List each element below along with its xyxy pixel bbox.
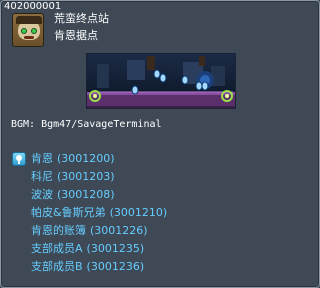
- npc-row: 肯恩 (3001200): [11, 151, 311, 169]
- npc-row: 帕皮&鲁斯兄弟 (3001210): [11, 205, 311, 223]
- npc-name: 帕皮&鲁斯兄弟: [31, 206, 106, 219]
- minimap: [86, 53, 236, 109]
- npc-name: 支部成员A: [31, 242, 83, 255]
- map-name: 肯恩据点: [54, 29, 98, 42]
- npc-row: 支部成员B (3001236): [11, 259, 311, 277]
- npc-id: (3001210): [109, 206, 168, 219]
- region-name: 荒蛮终点站: [54, 12, 109, 25]
- npc-row: 支部成员A (3001235): [11, 241, 311, 259]
- bgm-label: BGM: Bgm47/SavageTerminal: [11, 119, 162, 130]
- map-id: 402000001: [4, 1, 62, 12]
- npc-id: (3001208): [57, 188, 115, 201]
- npc-name: 肯恩的账簿: [31, 224, 86, 237]
- npc-name: 科尼: [31, 170, 53, 183]
- npc-list: 肯恩 (3001200) 科尼 (3001203) 波波 (3001208) 帕皮&鲁…: [11, 151, 311, 277]
- npc-id: (3001226): [90, 224, 148, 237]
- npc-quest-icon: [12, 152, 26, 166]
- npc-id: (3001200): [57, 152, 115, 165]
- station-mascot-icon: [12, 13, 44, 47]
- npc-row: 肯恩的账簿 (3001226): [11, 223, 311, 241]
- npc-id: (3001236): [86, 260, 145, 273]
- npc-row: 波波 (3001208): [11, 187, 311, 205]
- npc-name: 波波: [31, 188, 53, 201]
- npc-name: 肯恩: [31, 152, 53, 165]
- npc-id: (3001235): [86, 242, 145, 255]
- npc-id: (3001203): [57, 170, 115, 183]
- npc-name: 支部成员B: [31, 260, 83, 273]
- npc-row: 科尼 (3001203): [11, 169, 311, 187]
- map-tooltip: 402000001 荒蛮终点站 肯恩据点 BGM: Bgm47/SavageTe…: [0, 0, 320, 288]
